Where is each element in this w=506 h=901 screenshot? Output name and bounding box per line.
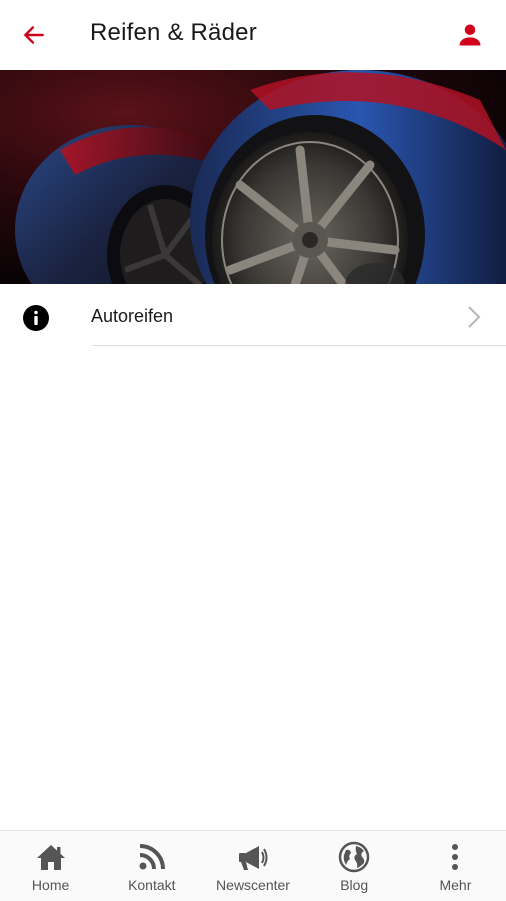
app-header: Reifen & Räder: [0, 0, 506, 71]
nav-mehr[interactable]: Mehr: [405, 831, 506, 901]
nav-label: Kontakt: [128, 877, 176, 893]
hero-image: [0, 70, 506, 284]
info-icon: [23, 305, 49, 331]
page-title: Reifen & Räder: [90, 19, 257, 46]
nav-label: Home: [31, 877, 70, 893]
chevron-right-icon: [468, 306, 481, 328]
nav-label: Newscenter: [216, 877, 290, 893]
list-item-autoreifen[interactable]: Autoreifen: [0, 286, 506, 346]
list-divider: [92, 345, 506, 346]
nav-label: Blog: [340, 877, 369, 893]
nav-label: Mehr: [439, 877, 472, 893]
more-vertical-icon: [452, 844, 459, 870]
nav-home[interactable]: Home: [0, 831, 101, 901]
megaphone-icon: [239, 846, 268, 870]
back-button[interactable]: [16, 17, 52, 53]
profile-button[interactable]: [452, 17, 488, 53]
home-icon: [36, 845, 65, 870]
user-icon: [459, 24, 481, 46]
nav-kontakt[interactable]: Kontakt: [101, 831, 202, 901]
bottom-navigation: Home Kontakt Newscenter Blog Mehr: [0, 830, 506, 901]
nav-blog[interactable]: Blog: [304, 831, 405, 901]
globe-icon: [338, 841, 370, 873]
list-item-label: Autoreifen: [91, 306, 174, 326]
arrow-left-icon: [24, 26, 44, 44]
rss-icon: [139, 844, 165, 870]
tires-wheels-photo: [0, 70, 506, 284]
nav-newscenter[interactable]: Newscenter: [202, 831, 303, 901]
